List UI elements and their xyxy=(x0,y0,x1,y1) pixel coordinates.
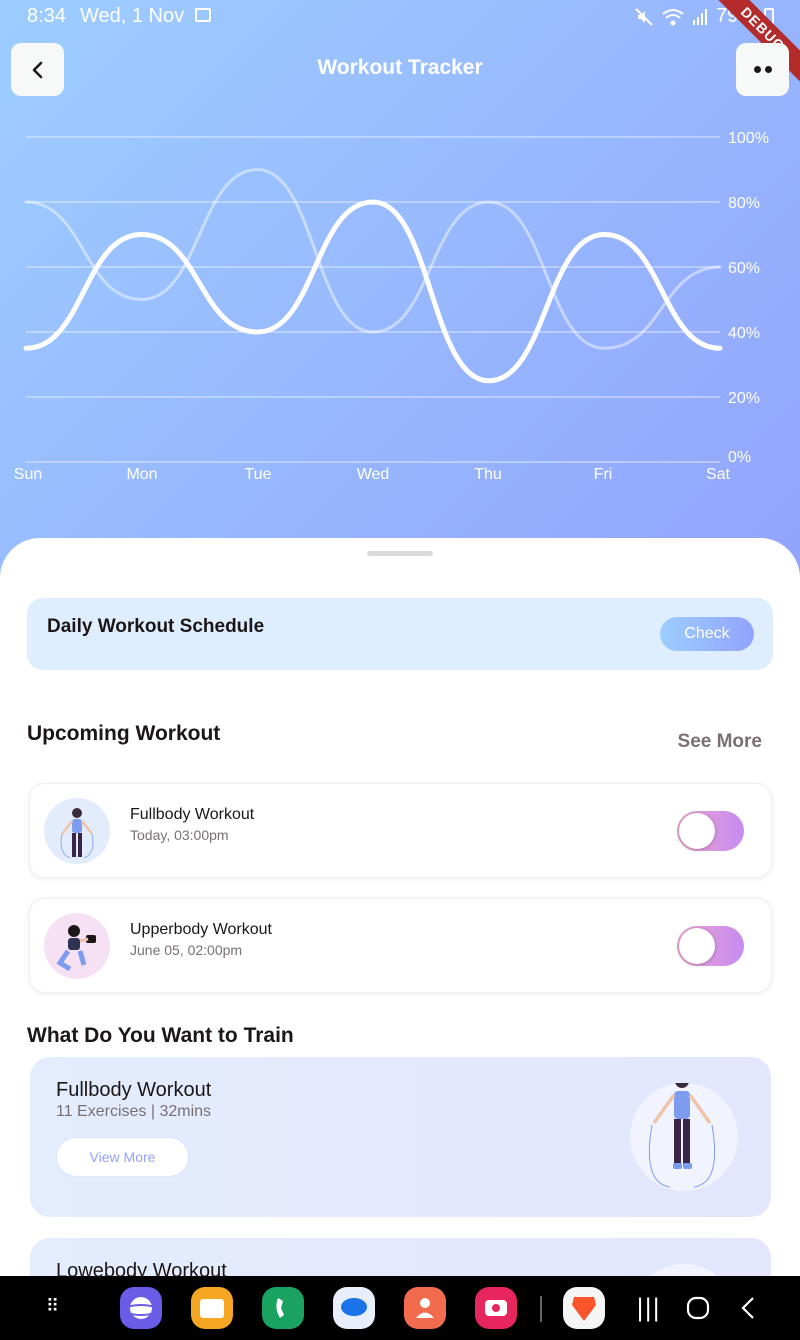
chart-x-tick-label: Tue xyxy=(245,466,272,483)
messages-app-icon[interactable] xyxy=(333,1287,375,1329)
brave-browser-app-icon[interactable] xyxy=(563,1287,605,1329)
person-icon xyxy=(416,1298,434,1318)
signal-icon xyxy=(692,8,707,25)
chart-x-tick-label: Mon xyxy=(126,466,157,483)
upcoming-workout-title: Upcoming Workout xyxy=(27,722,221,745)
contacts-app-icon[interactable] xyxy=(404,1287,446,1329)
train-name: Fullbody Workout xyxy=(56,1079,212,1101)
chart-y-tick-label: 20% xyxy=(728,390,760,407)
toggle-knob xyxy=(679,813,715,849)
chart-x-tick-label: Wed xyxy=(357,466,390,483)
planet-icon xyxy=(124,1297,158,1319)
workout-name: Upperbody Workout xyxy=(130,921,272,938)
workout-time: June 05, 02:00pm xyxy=(130,942,243,958)
files-app-icon[interactable] xyxy=(191,1287,233,1329)
chart-y-tick-label: 40% xyxy=(728,325,760,342)
view-more-button[interactable]: View More xyxy=(56,1137,189,1177)
schedule-title: Daily Workout Schedule xyxy=(47,616,265,637)
fullbody-illustration xyxy=(630,1074,738,1191)
fullbody-avatar xyxy=(44,798,110,864)
chart-series-line-primary xyxy=(23,199,723,384)
status-bar: 8:34 Wed, 1 Nov 79% xyxy=(0,0,800,32)
upperbody-avatar xyxy=(44,913,110,979)
chat-bubble-icon xyxy=(341,1298,367,1316)
recent-apps-icon[interactable]: ||| xyxy=(636,1294,660,1322)
status-date: Wed, 1 Nov xyxy=(80,5,185,27)
chart-y-tick-label: 80% xyxy=(728,195,760,212)
chart-y-tick-label: 0% xyxy=(728,449,751,466)
daily-schedule-card: Daily Workout Schedule Check xyxy=(27,598,773,670)
camera-icon xyxy=(485,1300,507,1316)
chart-x-tick-label: Sat xyxy=(706,466,731,483)
gallery-notification-icon xyxy=(195,8,211,22)
mute-icon xyxy=(635,7,653,26)
workout-progress-chart: 100% 80% 60% 40% 20% 0% Sun Mon Tue Wed Thu Fri Sat xyxy=(14,130,769,483)
train-card[interactable]: Fullbody Workout 11 Exercises | 32mins V… xyxy=(30,1057,771,1217)
jump-rope-person-icon xyxy=(648,1074,716,1188)
person-icon xyxy=(60,808,94,859)
chevron-left-icon xyxy=(741,1297,754,1319)
folder-icon xyxy=(200,1299,224,1318)
home-button-icon[interactable] xyxy=(686,1296,710,1326)
back-nav-icon[interactable] xyxy=(738,1296,758,1326)
phone-app-icon[interactable] xyxy=(262,1287,304,1329)
dock-divider xyxy=(540,1296,542,1322)
lion-icon xyxy=(572,1297,596,1321)
more-dots-icon-2 xyxy=(764,66,772,73)
status-time: 8:34 xyxy=(27,5,66,27)
drag-handle[interactable] xyxy=(367,551,433,556)
chart-y-tick-label: 60% xyxy=(728,260,760,277)
phone-icon xyxy=(276,1298,284,1318)
see-more-link[interactable]: See More xyxy=(678,731,762,753)
upcoming-workout-row[interactable]: Fullbody Workout Today, 03:00pm xyxy=(29,783,772,878)
home-circle-icon xyxy=(686,1296,710,1320)
toggle-knob xyxy=(679,928,715,964)
more-options-button[interactable] xyxy=(736,43,789,96)
chart-x-tick-label: Sun xyxy=(14,466,42,483)
chart-x-tick-label: Fri xyxy=(594,466,613,483)
app-drawer-icon[interactable]: ⠿ xyxy=(46,1296,59,1317)
check-button[interactable]: Check xyxy=(660,617,754,651)
chart-y-tick-label: 100% xyxy=(728,130,769,147)
page-title: Workout Tracker xyxy=(317,56,483,79)
chart-series-line-secondary xyxy=(24,167,722,350)
internet-browser-app-icon[interactable] xyxy=(120,1287,162,1329)
bottom-sheet: Daily Workout Schedule Check Upcoming Wo… xyxy=(0,538,800,1340)
train-section-title: What Do You Want to Train xyxy=(27,1024,294,1047)
more-dots-icon xyxy=(753,66,761,73)
workout-name: Fullbody Workout xyxy=(130,806,255,823)
workout-time: Today, 03:00pm xyxy=(130,827,229,843)
workout-toggle[interactable] xyxy=(677,926,744,966)
system-navigation-bar: ⠿ ||| xyxy=(0,1276,800,1340)
workout-toggle[interactable] xyxy=(677,811,744,851)
wifi-icon xyxy=(662,8,684,25)
upcoming-workout-row[interactable]: Upperbody Workout June 05, 02:00pm xyxy=(29,898,772,993)
chart-x-tick-label: Thu xyxy=(474,466,502,483)
camera-app-icon[interactable] xyxy=(475,1287,517,1329)
person-dumbbell-icon xyxy=(56,925,96,972)
train-details: 11 Exercises | 32mins xyxy=(56,1103,212,1120)
